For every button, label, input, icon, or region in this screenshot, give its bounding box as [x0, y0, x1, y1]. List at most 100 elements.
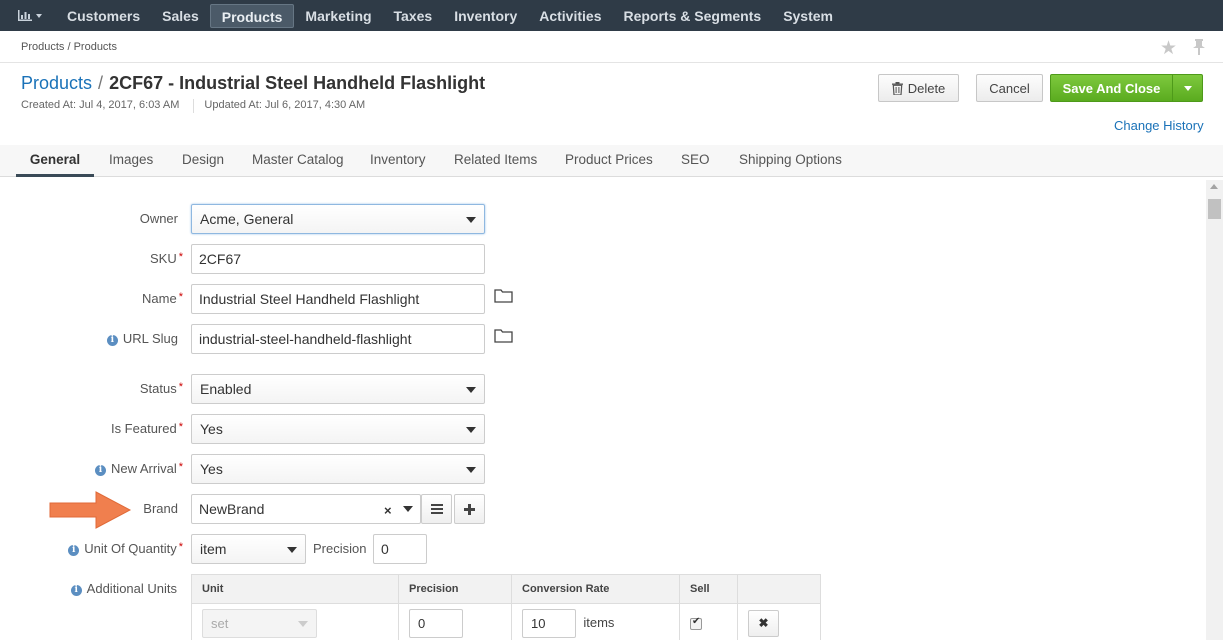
additional-units-table: Unit Precision Conversion Rate Sell set …	[191, 574, 821, 640]
sell-checkbox[interactable]	[690, 616, 702, 631]
unit-select: set	[202, 609, 317, 638]
owner-label: Owner	[139, 211, 178, 226]
conversion-rate-unit: items	[583, 614, 615, 630]
url-slug-label: i URL Slug	[106, 331, 178, 347]
nav-system[interactable]: System	[772, 4, 844, 28]
additional-units-label: i Additional Units	[70, 581, 177, 597]
created-at: Created At: Jul 4, 2017, 6:03 AM	[21, 99, 180, 111]
tab-seo[interactable]: SEO	[681, 145, 710, 177]
is-featured-select[interactable]: Yes	[191, 414, 485, 444]
cancel-label: Cancel	[989, 80, 1030, 96]
scroll-up-icon[interactable]	[1210, 184, 1218, 189]
tab-bar: General Images Design Master Catalog Inv…	[0, 145, 1223, 177]
close-icon: ✖	[758, 616, 769, 630]
cancel-button[interactable]: Cancel	[976, 74, 1043, 102]
owner-value: Acme, General	[200, 211, 294, 227]
chevron-down-icon	[287, 547, 297, 553]
url-slug-input[interactable]: industrial-steel-handheld-flashlight	[191, 324, 485, 354]
table-row: set 0 10 items ✖	[191, 603, 821, 640]
nav-products[interactable]: Products	[209, 3, 295, 28]
new-arrival-select[interactable]: Yes	[191, 454, 485, 484]
tab-master-catalog[interactable]: Master Catalog	[252, 145, 344, 177]
nav-activities[interactable]: Activities	[528, 4, 612, 28]
info-icon: i	[94, 465, 106, 476]
meta-divider	[193, 99, 195, 113]
unit-of-quantity-select[interactable]: item	[191, 534, 306, 564]
new-arrival-label: i New Arrival *	[94, 461, 183, 477]
scrollbar-thumb[interactable]	[1208, 199, 1221, 219]
annotation-arrow-icon	[49, 491, 132, 529]
delete-button[interactable]: Delete	[878, 74, 959, 102]
bar-chart-icon	[18, 10, 32, 21]
nav-customers[interactable]: Customers	[56, 4, 151, 28]
record-meta: Created At: Jul 4, 2017, 6:03 AM Updated…	[21, 99, 365, 113]
name-input[interactable]: Industrial Steel Handheld Flashlight	[191, 284, 485, 314]
folder-icon[interactable]	[494, 288, 513, 303]
save-options-dropdown[interactable]	[1172, 74, 1203, 102]
clear-icon[interactable]: ×	[384, 503, 392, 518]
trash-icon	[891, 81, 903, 95]
product-title: 2CF67 - Industrial Steel Handheld Flashl…	[109, 73, 486, 93]
tab-related-items[interactable]: Related Items	[454, 145, 537, 177]
column-header-actions	[737, 574, 821, 604]
unit-of-quantity-label: i Unit Of Quantity *	[68, 541, 183, 557]
products-link[interactable]: Products	[21, 73, 92, 93]
tab-images[interactable]: Images	[109, 145, 153, 177]
updated-at: Updated At: Jul 6, 2017, 4:30 AM	[204, 99, 366, 111]
nav-reports-segments[interactable]: Reports & Segments	[612, 4, 772, 28]
tab-shipping-options[interactable]: Shipping Options	[739, 145, 842, 177]
remove-row-button[interactable]: ✖	[748, 610, 779, 637]
scrollbar[interactable]	[1206, 180, 1223, 640]
info-icon: i	[106, 335, 118, 346]
precision-label: Precision	[313, 541, 367, 556]
info-icon: i	[70, 585, 82, 596]
info-icon: i	[68, 545, 80, 556]
brand-label: Brand	[143, 501, 178, 516]
status-label: Status *	[139, 381, 183, 396]
table-header-row: Unit Precision Conversion Rate Sell	[191, 574, 821, 604]
folder-icon[interactable]	[494, 328, 513, 343]
is-featured-label: Is Featured *	[110, 421, 183, 436]
chevron-down-icon	[466, 387, 476, 393]
nav-sales[interactable]: Sales	[151, 4, 210, 28]
breadcrumb-bar: Products / Products ★	[0, 31, 1223, 63]
breadcrumb: Products / Products	[21, 41, 117, 53]
column-header-sell: Sell	[679, 574, 738, 604]
column-header-conversion-rate: Conversion Rate	[511, 574, 680, 604]
nav-inventory[interactable]: Inventory	[443, 4, 528, 28]
tab-general[interactable]: General	[16, 145, 94, 177]
change-history-link[interactable]: Change History	[1114, 118, 1204, 133]
chevron-down-icon	[466, 427, 476, 433]
name-label: Name *	[142, 291, 183, 306]
actions-cell: ✖	[737, 603, 821, 640]
save-and-close-button[interactable]: Save And Close	[1050, 74, 1173, 102]
chevron-down-icon	[466, 217, 476, 223]
sku-input[interactable]: 2CF67	[191, 244, 485, 274]
precision-cell: 0	[398, 603, 512, 640]
unit-cell: set	[191, 603, 399, 640]
tab-design[interactable]: Design	[182, 145, 224, 177]
save-label: Save And Close	[1062, 80, 1161, 96]
top-navbar: Customers Sales Products Marketing Taxes…	[0, 0, 1223, 31]
unit-precision-input[interactable]: 0	[409, 609, 463, 638]
chevron-down-icon	[1183, 85, 1192, 91]
sku-label: SKU *	[149, 251, 183, 266]
pin-icon[interactable]	[1192, 39, 1206, 55]
conversion-rate-input[interactable]: 10	[522, 609, 576, 638]
status-select[interactable]: Enabled	[191, 374, 485, 404]
brand-list-button[interactable]	[421, 494, 452, 524]
brand-add-button[interactable]	[454, 494, 485, 524]
dashboard-menu[interactable]	[0, 0, 56, 31]
chevron-down-icon[interactable]	[403, 506, 413, 512]
page-title: Products /2CF67 - Industrial Steel Handhe…	[21, 73, 485, 94]
tab-product-prices[interactable]: Product Prices	[565, 145, 653, 177]
star-icon[interactable]: ★	[1160, 37, 1177, 60]
owner-select[interactable]: Acme, General	[191, 204, 485, 234]
delete-label: Delete	[907, 80, 946, 96]
chevron-down-icon	[466, 467, 476, 473]
tab-inventory[interactable]: Inventory	[370, 145, 426, 177]
column-header-precision: Precision	[398, 574, 512, 604]
precision-input[interactable]: 0	[373, 534, 427, 564]
nav-marketing[interactable]: Marketing	[294, 4, 382, 28]
nav-taxes[interactable]: Taxes	[383, 4, 444, 28]
